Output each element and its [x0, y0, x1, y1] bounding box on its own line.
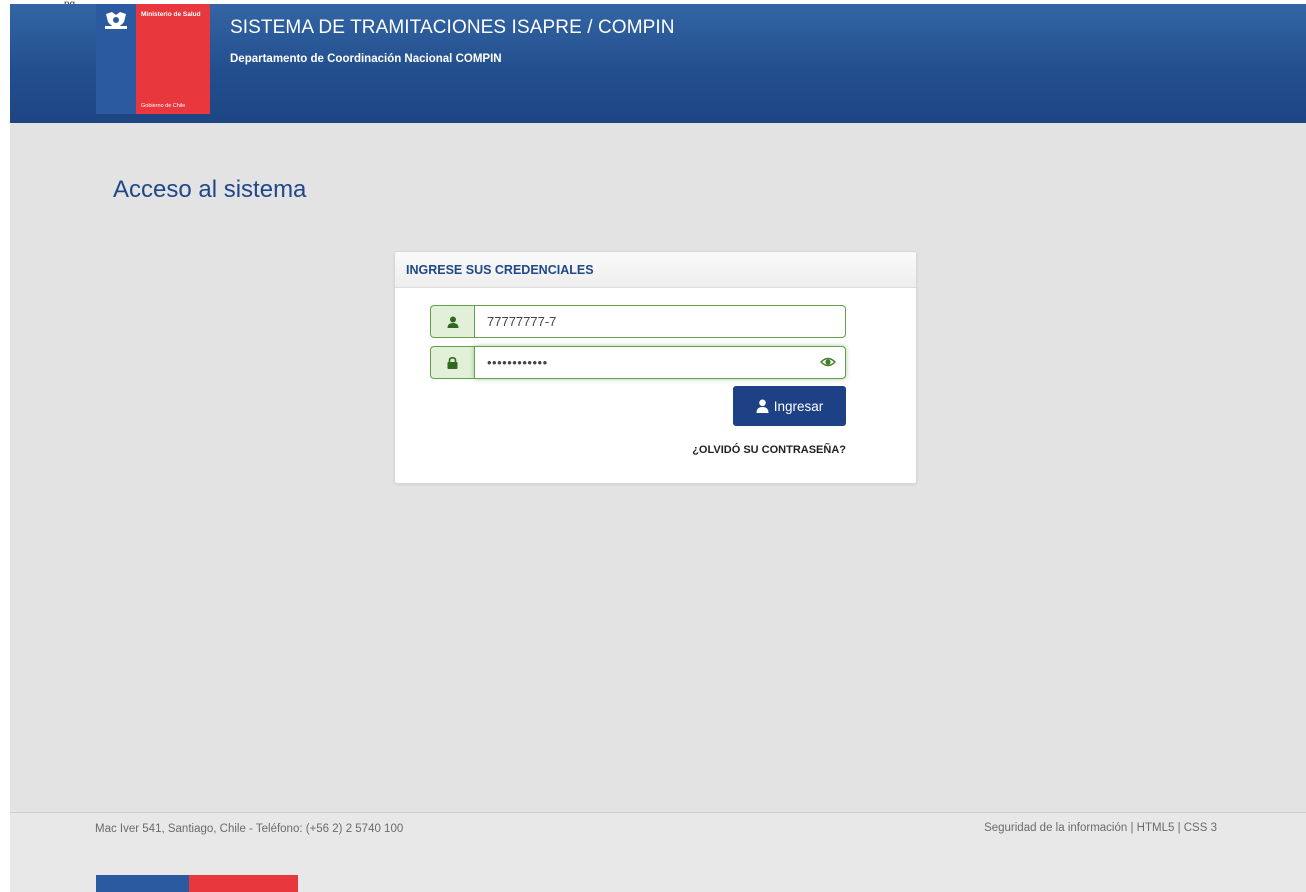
user-icon	[430, 305, 474, 338]
flag-red-band	[189, 875, 298, 892]
footer: Mac Iver 541, Santiago, Chile - Teléfono…	[10, 813, 1306, 892]
password-input[interactable]	[474, 346, 846, 379]
department-subtitle: Departamento de Coordinación Nacional CO…	[230, 53, 502, 65]
user-icon	[756, 399, 769, 413]
username-field	[430, 305, 846, 338]
login-card-header: INGRESE SUS CREDENCIALES	[395, 252, 916, 288]
page-title: Acceso al sistema	[113, 176, 307, 203]
system-title: SISTEMA DE TRAMITACIONES ISAPRE / COMPIN	[230, 17, 675, 38]
lock-icon-glyph	[447, 356, 458, 369]
footer-links: Seguridad de la información | HTML5 | CS…	[984, 822, 1217, 834]
footer-address: Mac Iver 541, Santiago, Chile - Teléfono…	[95, 823, 404, 835]
logo-government-text: Gobierno de Chile	[141, 103, 186, 109]
ministry-logo: Ministerio de Salud Gobierno de Chile	[96, 4, 210, 114]
forgot-password-link[interactable]: ¿OLVIDÓ SU CONTRASEÑA?	[663, 444, 846, 456]
logo-ministry-text: Ministerio de Salud	[141, 11, 201, 18]
page: Ministerio de Salud Gobierno de Chile SI…	[10, 4, 1306, 892]
login-button[interactable]: Ingresar	[733, 386, 846, 426]
eye-icon[interactable]	[820, 355, 836, 369]
user-icon-glyph	[447, 316, 458, 328]
username-input[interactable]	[474, 305, 846, 338]
login-button-label: Ingresar	[773, 398, 824, 414]
password-field	[430, 346, 846, 379]
logo-red-band: Ministerio de Salud Gobierno de Chile	[136, 4, 210, 114]
coat-of-arms-icon	[105, 12, 127, 29]
footer-link-security[interactable]: Seguridad de la información	[984, 822, 1127, 834]
footer-link-css3[interactable]: CSS 3	[1184, 822, 1217, 834]
header: Ministerio de Salud Gobierno de Chile SI…	[10, 4, 1306, 123]
login-card-title: INGRESE SUS CREDENCIALES	[406, 263, 594, 277]
lock-icon	[430, 346, 474, 379]
footer-link-html5[interactable]: HTML5	[1137, 822, 1175, 834]
login-card: INGRESE SUS CREDENCIALES 77777777-7 ••••…	[394, 251, 917, 484]
logo-blue-band	[96, 4, 136, 114]
flag-blue-band	[96, 875, 189, 892]
footer-flag-bar	[96, 875, 298, 892]
